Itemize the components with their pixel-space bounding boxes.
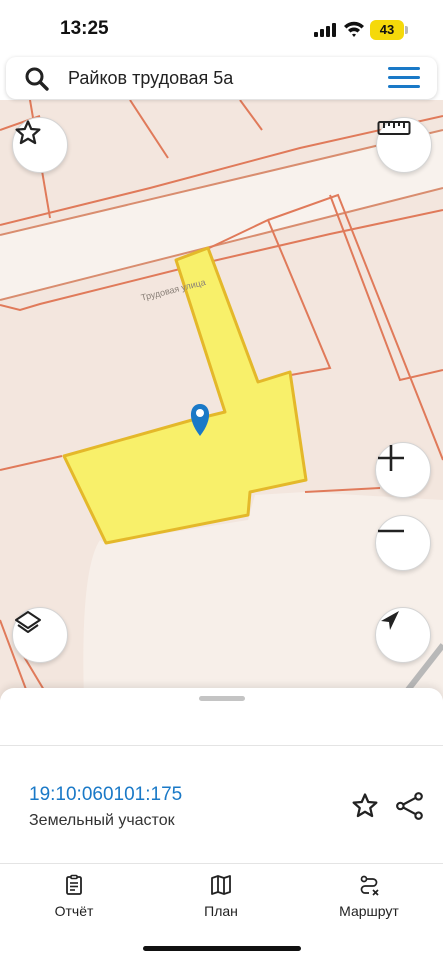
- ruler-button[interactable]: [376, 117, 432, 173]
- battery-icon: 43: [370, 20, 404, 40]
- battery-tip: [405, 26, 408, 34]
- favorite-star-icon: [15, 120, 41, 145]
- object-type-label: Земельный участок: [29, 812, 175, 829]
- locate-arrow-icon: [381, 611, 399, 630]
- zoom-in-button[interactable]: [375, 442, 431, 498]
- divider: [0, 863, 443, 864]
- report-icon: [66, 874, 82, 895]
- tab-route[interactable]: Маршрут: [309, 874, 429, 924]
- tab-plan[interactable]: План: [161, 874, 281, 924]
- tab-report[interactable]: Отчёт: [14, 874, 134, 924]
- sheet-drag-handle[interactable]: [199, 696, 245, 701]
- search-input[interactable]: Райков трудовая 5а: [68, 68, 233, 89]
- status-bar: 13:25 43: [0, 0, 443, 56]
- ruler-icon: [377, 121, 411, 135]
- search-icon[interactable]: [24, 66, 50, 92]
- zoom-out-icon: [378, 529, 404, 533]
- locate-button[interactable]: [375, 607, 431, 663]
- wifi-icon: [344, 21, 364, 37]
- share-icon[interactable]: [395, 791, 425, 821]
- tab-report-label: Отчёт: [54, 903, 94, 919]
- layers-button[interactable]: [12, 607, 68, 663]
- divider: [0, 745, 443, 746]
- map-plan-icon: [211, 875, 231, 895]
- zoom-in-icon: [378, 445, 404, 471]
- favorite-star-button[interactable]: [12, 117, 68, 173]
- cellular-signal-icon: [314, 23, 336, 37]
- tab-route-label: Маршрут: [339, 903, 399, 919]
- hamburger-menu-icon[interactable]: [388, 67, 420, 89]
- map-view[interactable]: Трудовая улица: [0, 100, 443, 700]
- home-indicator: [143, 946, 301, 951]
- tab-plan-label: План: [204, 903, 238, 919]
- info-sheet: 19:10:060101:175 Земельный участок Отчёт…: [0, 688, 443, 960]
- route-icon: [360, 875, 379, 896]
- search-bar[interactable]: Райков трудовая 5а: [6, 57, 437, 99]
- layers-icon: [15, 611, 41, 633]
- status-time: 13:25: [60, 18, 109, 39]
- cadastral-number-link[interactable]: 19:10:060101:175: [29, 784, 182, 806]
- zoom-out-button[interactable]: [375, 515, 431, 571]
- favorite-star-icon[interactable]: [350, 791, 380, 821]
